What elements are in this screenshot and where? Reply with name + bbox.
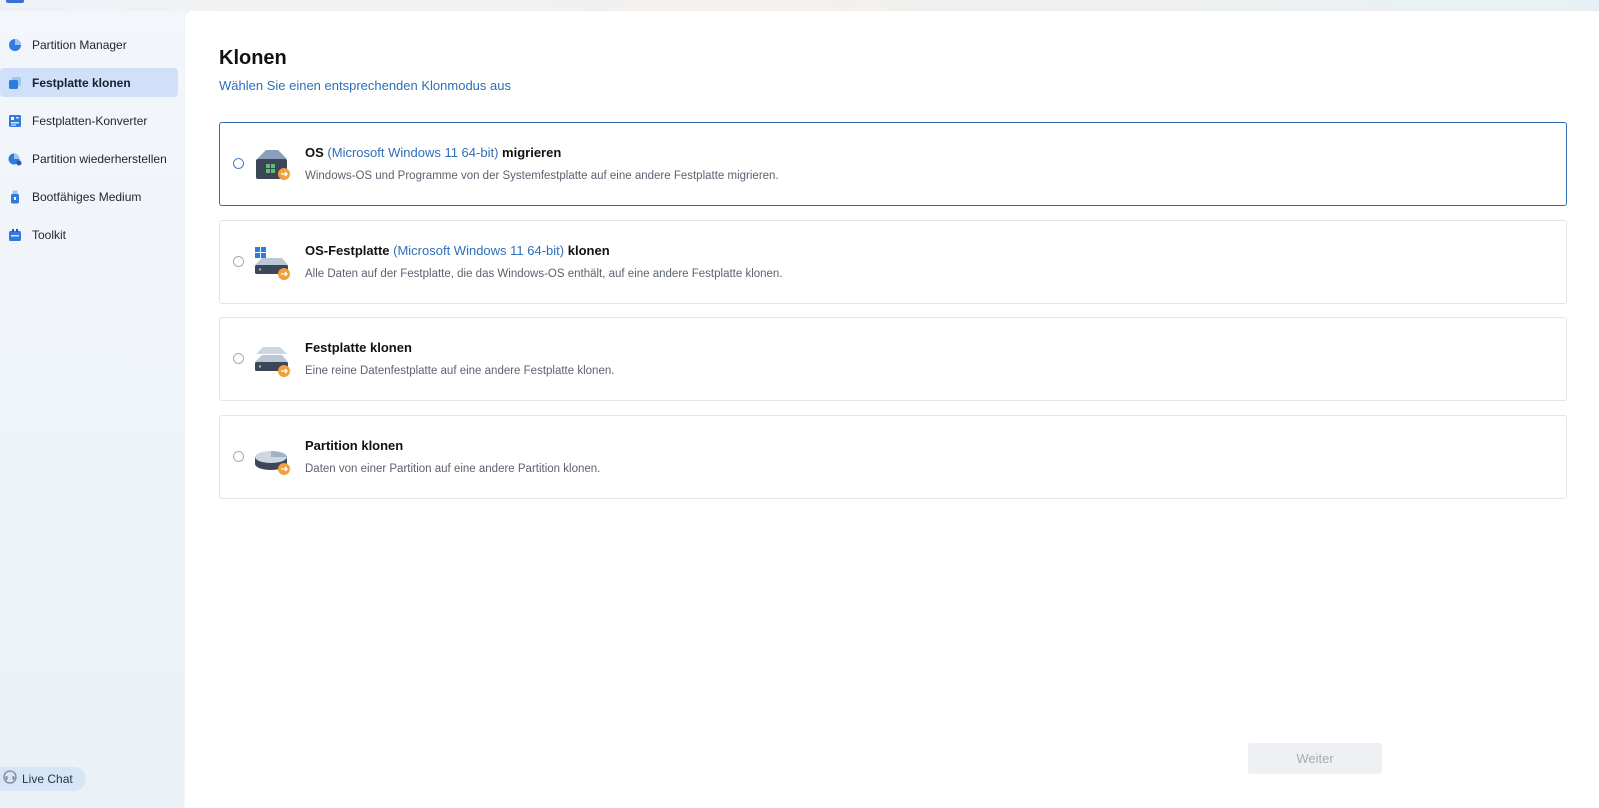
option-os-disk-clone[interactable]: OS-Festplatte (Microsoft Windows 11 64-b… — [219, 220, 1567, 304]
sidebar-item-partition-manager[interactable]: Partition Manager — [0, 30, 178, 59]
app-logo-mark — [6, 0, 24, 3]
radio-disk-clone[interactable] — [233, 353, 244, 364]
option-disk-clone[interactable]: Festplatte klonen Eine reine Datenfestpl… — [219, 317, 1567, 401]
sidebar-item-bootfaehiges-medium[interactable]: Bootfähiges Medium — [0, 182, 178, 211]
disk-clone-icon — [252, 340, 292, 380]
option-description: Alle Daten auf der Festplatte, die das W… — [305, 268, 783, 280]
recovery-icon — [8, 152, 22, 166]
window-top-strip — [0, 0, 1599, 11]
page-subtitle: Wählen Sie einen entsprechenden Klonmodu… — [219, 78, 511, 93]
os-migrate-icon — [252, 145, 292, 185]
pie-chart-icon — [8, 38, 22, 52]
radio-os-disk-clone[interactable] — [233, 256, 244, 267]
main-panel: Klonen Wählen Sie einen entsprechenden K… — [185, 11, 1599, 808]
page-title: Klonen — [219, 47, 287, 69]
option-title: OS-Festplatte (Microsoft Windows 11 64-b… — [305, 243, 610, 258]
sidebar: Partition Manager Festplatte klonen Fest… — [0, 11, 184, 808]
live-chat-button[interactable]: Live Chat — [0, 767, 86, 791]
usb-drive-icon — [8, 190, 22, 204]
partition-clone-icon — [252, 438, 292, 478]
option-title: OS (Microsoft Windows 11 64-bit) migrier… — [305, 145, 562, 160]
radio-os-migrate[interactable] — [233, 158, 244, 169]
option-description: Windows-OS und Programme von der Systemf… — [305, 170, 779, 182]
option-os-migrate[interactable]: OS (Microsoft Windows 11 64-bit) migrier… — [219, 122, 1567, 206]
sidebar-item-partition-wiederherstellen[interactable]: Partition wiederherstellen — [0, 144, 178, 173]
option-title: Partition klonen — [305, 438, 404, 453]
next-button[interactable]: Weiter — [1248, 743, 1382, 774]
option-partition-clone[interactable]: Partition klonen Daten von einer Partiti… — [219, 415, 1567, 499]
headset-icon — [3, 769, 17, 789]
toolkit-icon — [8, 228, 22, 242]
radio-partition-clone[interactable] — [233, 451, 244, 462]
sidebar-item-festplatten-konverter[interactable]: Festplatten-Konverter — [0, 106, 178, 135]
converter-icon — [8, 114, 22, 128]
sidebar-item-toolkit[interactable]: Toolkit — [0, 220, 178, 249]
option-description: Daten von einer Partition auf eine ander… — [305, 463, 601, 475]
os-disk-clone-icon — [252, 243, 292, 283]
option-title: Festplatte klonen — [305, 340, 412, 355]
option-description: Eine reine Datenfestplatte auf eine ande… — [305, 365, 615, 377]
sidebar-item-festplatte-klonen[interactable]: Festplatte klonen — [0, 68, 178, 97]
clone-disk-icon — [8, 76, 22, 90]
